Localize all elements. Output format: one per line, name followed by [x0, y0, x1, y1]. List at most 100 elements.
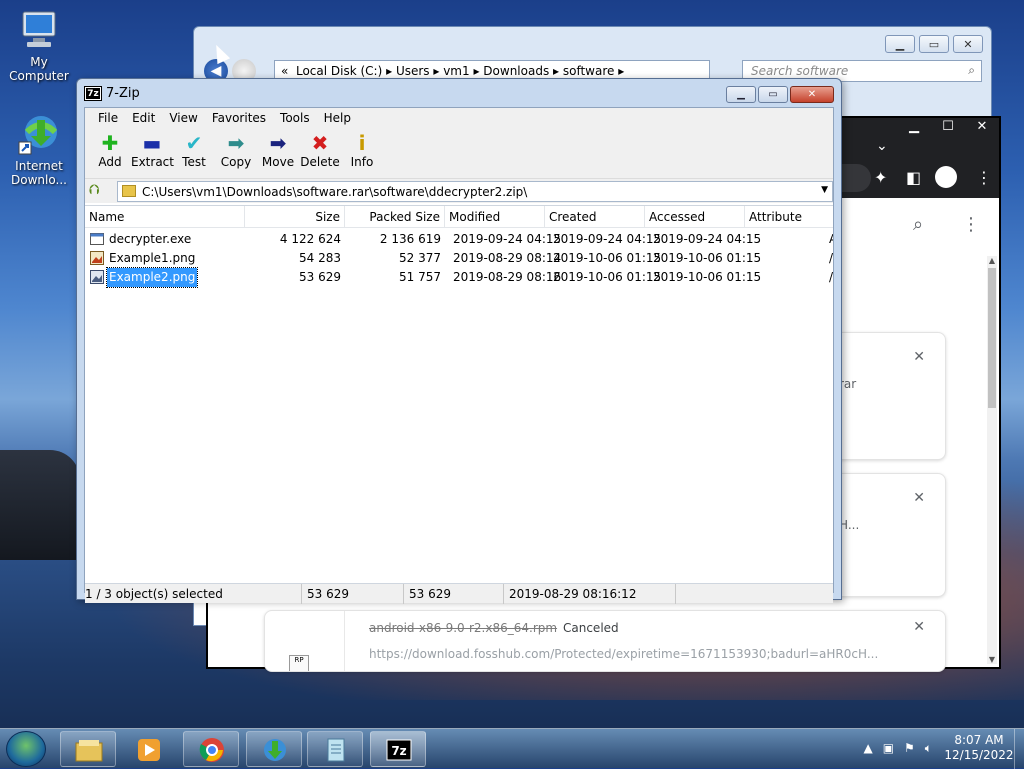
scroll-down-arrow-icon[interactable]: ▼	[987, 655, 997, 664]
minimize-button[interactable]: ▁	[897, 118, 931, 136]
maximize-button[interactable]: ▭	[758, 86, 788, 103]
breadcrumb-item[interactable]: Local Disk (C:)	[296, 64, 382, 78]
up-folder-icon[interactable]: ⮉	[89, 182, 107, 200]
close-button[interactable]: ✕	[965, 118, 999, 136]
volume-icon[interactable]: 🔈︎	[925, 741, 932, 756]
toolbar: ✚ Add ▬ Extract ✔ Test ➡ Copy ➡ Move ✖ D…	[85, 128, 833, 178]
toolbar-label: Delete	[300, 155, 340, 169]
info-button[interactable]: i Info	[341, 128, 383, 178]
exe-file-icon	[90, 233, 104, 245]
breadcrumb-item[interactable]: vm1	[443, 64, 469, 78]
7zip-titlebar[interactable]: 7z 7-Zip ▁ ▭ ✕	[77, 79, 841, 107]
7zip-app-icon: 7z	[84, 86, 102, 101]
close-icon[interactable]: ✕	[913, 619, 925, 635]
file-name: Example1.png	[109, 251, 196, 265]
breadcrumb-item[interactable]: software	[563, 64, 615, 78]
file-list-header: Name Size Packed Size Modified Created A…	[85, 206, 833, 228]
menu-help[interactable]: Help	[317, 108, 358, 128]
7zip-window[interactable]: 7z 7-Zip ▁ ▭ ✕ File Edit View Favorites …	[76, 78, 842, 604]
explorer-window-controls: ▁ ▭ ✕	[885, 35, 983, 53]
file-accessed: 2019-10-06 01:15	[653, 251, 762, 265]
profile-avatar[interactable]	[935, 166, 957, 188]
chrome-scrollbar[interactable]: ▲ ▼	[987, 256, 997, 664]
network-icon[interactable]: ▣	[883, 741, 894, 756]
maximize-button[interactable]: ☐	[931, 118, 965, 136]
test-button[interactable]: ✔ Test	[173, 128, 215, 178]
column-header-packed-size[interactable]: Packed Size	[345, 206, 445, 228]
menu-file[interactable]: File	[91, 108, 125, 128]
close-icon[interactable]: ✕	[913, 490, 925, 506]
file-list[interactable]: Name Size Packed Size Modified Created A…	[85, 205, 833, 581]
taskbar-notepad[interactable]	[307, 731, 363, 767]
media-player-icon	[138, 739, 160, 761]
desktop-icon-my-computer[interactable]: My Computer	[0, 8, 78, 83]
status-size: 53 629	[307, 587, 349, 601]
toolbar-label: Info	[350, 155, 374, 169]
start-button[interactable]	[6, 731, 46, 767]
download-url[interactable]: https://download.fosshub.com/Protected/e…	[369, 647, 878, 661]
show-hidden-icons-arrow-icon[interactable]: ▲	[863, 741, 872, 756]
delete-button[interactable]: ✖ Delete	[299, 128, 341, 178]
add-button[interactable]: ✚ Add	[89, 128, 131, 178]
taskbar-file-explorer[interactable]	[60, 731, 116, 767]
more-options-icon[interactable]: ⋮	[962, 214, 980, 235]
extensions-puzzle-icon[interactable]: ✦	[874, 168, 887, 187]
search-icon[interactable]: ⌕	[913, 214, 923, 235]
window-controls: ▁ ▭ ✕	[726, 86, 834, 103]
column-header-name[interactable]: Name	[85, 206, 245, 228]
breadcrumb-item[interactable]: Users	[396, 64, 430, 78]
column-header-attributes[interactable]: Attribute	[745, 206, 833, 228]
close-button[interactable]: ✕	[953, 35, 983, 53]
table-row-selected[interactable]: Example2.png 53 629 51 757 2019-08-29 08…	[85, 267, 833, 288]
column-header-accessed[interactable]: Accessed	[645, 206, 745, 228]
file-name: Example2.png	[105, 267, 199, 288]
close-button[interactable]: ✕	[790, 86, 834, 103]
path-bar: ⮉ C:\Users\vm1\Downloads\software.rar\so…	[85, 178, 833, 203]
taskbar-7zip[interactable]: 7z	[370, 731, 426, 767]
column-header-size[interactable]: Size	[245, 206, 345, 228]
download-filename[interactable]: android-x86-9.0-r2.x86_64.rpm	[369, 621, 557, 635]
menu-view[interactable]: View	[162, 108, 204, 128]
taskbar-media-player[interactable]	[120, 731, 176, 767]
column-header-created[interactable]: Created	[545, 206, 645, 228]
menu-edit[interactable]: Edit	[125, 108, 162, 128]
status-selection: 1 / 3 object(s) selected	[85, 587, 223, 601]
taskbar-chrome[interactable]	[183, 731, 239, 767]
search-icon[interactable]: ⌕	[968, 63, 975, 78]
search-placeholder: Search software	[751, 64, 849, 78]
chevron-down-icon[interactable]: ▼	[821, 185, 828, 195]
close-icon[interactable]: ✕	[913, 349, 925, 365]
menu-tools[interactable]: Tools	[273, 108, 317, 128]
taskbar-internet-download-manager[interactable]	[246, 731, 302, 767]
minus-icon: ▬	[142, 131, 162, 155]
action-center-flag-icon[interactable]: ⚑	[904, 741, 915, 756]
file-size: 53 629	[299, 270, 341, 284]
tab-search-chevron-icon[interactable]: ⌄	[876, 138, 888, 154]
copy-button[interactable]: ➡ Copy	[215, 128, 257, 178]
download-card[interactable]: RP android-x86-9.0-r2.x86_64.rpm Cancele…	[264, 610, 946, 672]
breadcrumb-item[interactable]: Downloads	[483, 64, 549, 78]
scroll-up-arrow-icon[interactable]: ▲	[987, 256, 997, 265]
info-icon: i	[358, 131, 366, 155]
move-button[interactable]: ➡ Move	[257, 128, 299, 178]
download-status: Canceled	[563, 621, 619, 635]
side-panel-icon[interactable]: ◧	[906, 168, 921, 187]
delete-x-icon: ✖	[311, 131, 329, 155]
show-desktop-button[interactable]	[1014, 729, 1024, 769]
minimize-button[interactable]: ▁	[885, 35, 915, 53]
column-header-modified[interactable]: Modified	[445, 206, 545, 228]
path-input[interactable]: C:\Users\vm1\Downloads\software.rar\soft…	[117, 181, 833, 202]
file-modified: 2019-09-24 04:15	[453, 232, 562, 246]
taskbar-clock[interactable]: 8:07 AM 12/15/2022	[944, 733, 1014, 763]
scrollbar-thumb[interactable]	[988, 268, 996, 408]
desktop-icon-internet-download-manager[interactable]: Internet Downlo...	[0, 112, 78, 187]
maximize-button[interactable]: ▭	[919, 35, 949, 53]
menu-favorites[interactable]: Favorites	[205, 108, 273, 128]
table-row[interactable]: decrypter.exe 4 122 624 2 136 619 2019-0…	[85, 230, 833, 249]
table-row[interactable]: Example1.png 54 283 52 377 2019-08-29 08…	[85, 249, 833, 268]
menu-kebab-icon[interactable]: ⋮	[976, 168, 992, 187]
minimize-button[interactable]: ▁	[726, 86, 756, 103]
file-packed-size: 2 136 619	[379, 232, 441, 246]
extract-button[interactable]: ▬ Extract	[131, 128, 174, 178]
breadcrumb-overflow[interactable]: «	[281, 64, 288, 78]
